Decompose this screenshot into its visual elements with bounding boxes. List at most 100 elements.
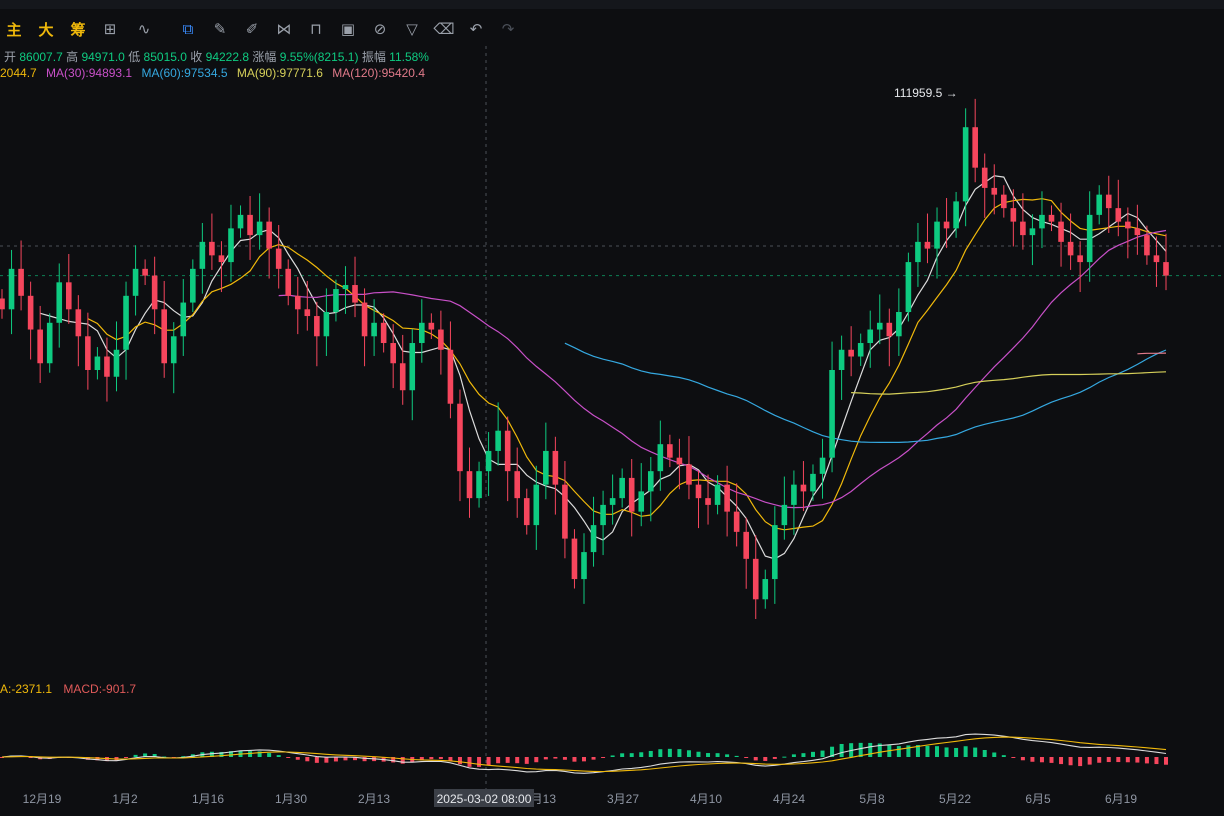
candle-body [609,498,616,505]
macd-bar [744,757,749,758]
x-tick-label: 6月19 [1105,792,1137,806]
candle-body [695,484,702,499]
x-tick-label: 2月13 [358,792,390,806]
macd-bar [1059,757,1064,765]
candle-body [495,430,501,451]
candle-body [399,363,406,391]
macd-bar [305,757,310,762]
candle-body [333,289,339,312]
macd-bar [677,749,682,757]
macd-bar [1001,755,1006,757]
candle-body [190,268,196,303]
candle-body [810,473,816,492]
candle-body [886,322,893,337]
candle-body [962,127,969,202]
candle-body [647,471,654,492]
macd-bar [1154,757,1159,765]
x-tick-label: 3月27 [607,792,639,806]
macd-bar [572,757,577,762]
candle-body [762,579,769,600]
candle-body [905,262,912,312]
macd-bar [496,757,501,764]
candle-body [876,322,883,330]
macd-bar [610,755,615,757]
macd-bar [715,753,720,757]
macd-bar [429,757,434,760]
candle-body [352,285,358,303]
candle-body [466,471,473,499]
macd-bar [467,757,472,767]
candle-body [1153,255,1160,263]
candle-body [972,127,978,168]
candle-body [781,504,788,526]
candle-body [857,343,864,357]
macd-bar [973,747,978,757]
candle-body [323,312,330,337]
candle-body [1048,214,1055,222]
macd-bar [457,757,462,765]
macd-bar [133,754,138,757]
candle-body [1029,228,1036,236]
candle-body [237,214,244,229]
candle-body [199,241,206,269]
candle-body [428,322,435,330]
macd-bar [267,753,272,757]
x-tick-label: 1月16 [192,792,224,806]
x-tick-label: 12月19 [23,792,62,806]
macd-bar [448,757,453,761]
candle-body [380,322,387,344]
candle-body [1001,194,1007,209]
macd-bar [1039,757,1044,763]
macd-panel [0,733,1168,774]
candle-body [1125,221,1131,229]
candle-body [1134,228,1141,236]
candle-body [581,552,587,580]
candle-body [667,444,673,458]
candle-body [161,309,167,364]
candle-body [628,477,635,512]
candle-body [409,343,416,391]
candle-body [1105,194,1112,209]
candle-body [457,403,463,472]
macd-bar [1030,757,1035,762]
price-lines [0,46,1224,790]
ma90-line [851,371,1167,395]
macd-bar [944,747,949,757]
macd-bar [1164,757,1168,765]
candle-body [209,241,215,256]
x-tick-label: 4月24 [773,792,805,806]
candle-body [800,484,807,492]
x-tick-label: 1月30 [275,792,307,806]
macd-bar [667,748,672,757]
candle-body [562,484,568,539]
candle-body [361,302,368,337]
macd-bar [896,746,901,757]
macd-bar [1087,757,1092,765]
macd-bar [314,757,319,763]
macd-bar [648,750,653,757]
candle-body [56,282,63,323]
candle-body [275,248,282,269]
macd-bar [1135,757,1140,763]
macd-bar [1125,757,1130,763]
candle-body [0,298,5,310]
macd-bar [1144,757,1149,764]
candle-body [686,464,692,485]
candle-body [37,329,43,364]
macd-bar [505,757,510,763]
macd-bar [772,757,777,759]
candle-body [447,349,454,404]
candle-body [142,268,148,276]
macd-bar [868,742,873,757]
macd-bar [1106,757,1111,763]
macd-bar [620,753,625,757]
macd-bar [629,753,634,757]
candle-body [371,322,377,337]
candle-body [838,349,845,370]
chart-canvas[interactable]: 12月191月21月161月302月132月273月133月274月104月24… [0,0,1224,816]
macd-bar [801,753,806,757]
macd-bar [925,745,930,757]
candle-body [943,221,950,229]
candle-body [170,336,177,364]
candle-body [829,370,835,458]
